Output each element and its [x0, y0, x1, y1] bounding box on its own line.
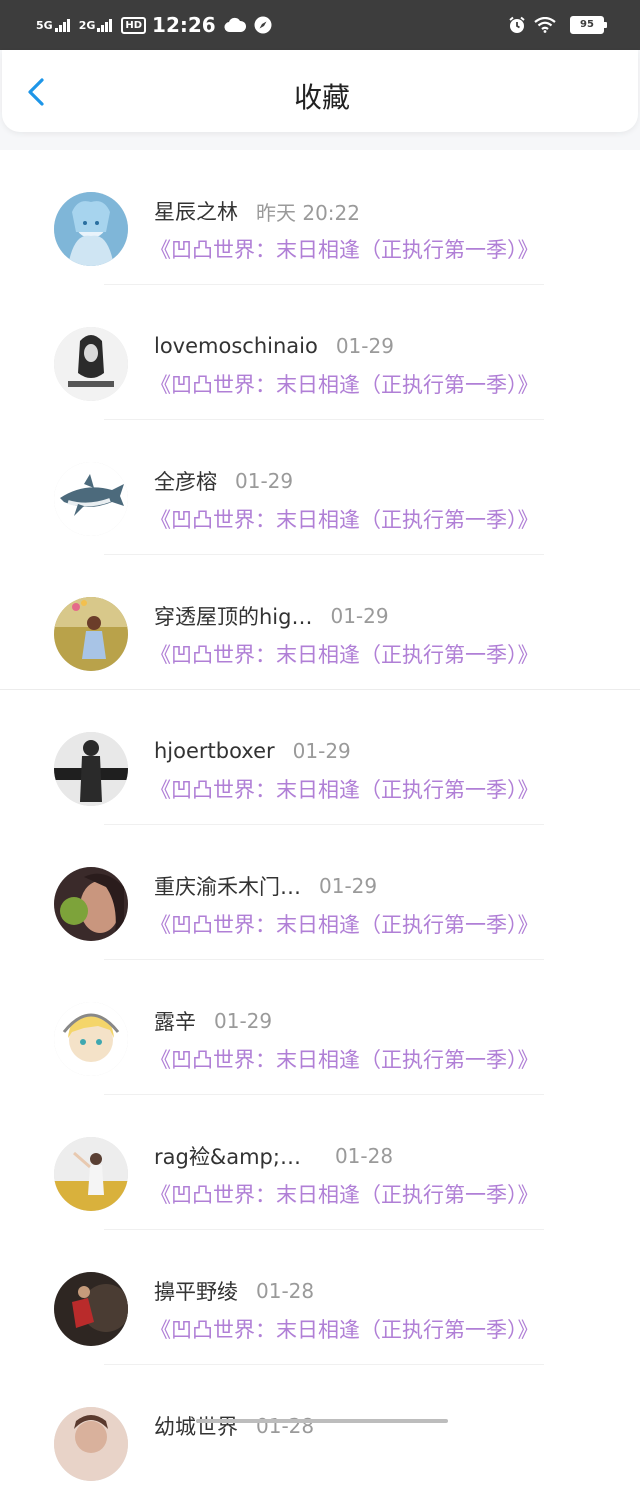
- timestamp: 昨天 20:22: [256, 200, 360, 225]
- user-name[interactable]: 擤平野绫: [154, 1276, 238, 1306]
- signal-5g-label: 5G: [36, 19, 53, 32]
- user-name[interactable]: rag裣&amp;…: [154, 1141, 301, 1171]
- content-title-link[interactable]: 《凹凸世界：末日相逢（正执行第一季）》: [150, 504, 539, 534]
- user-name[interactable]: 幼城世界: [154, 1411, 238, 1441]
- timestamp: 01-29: [235, 469, 294, 493]
- timestamp: 01-28: [256, 1414, 315, 1438]
- avatar[interactable]: [54, 597, 128, 671]
- user-name[interactable]: 露辛: [154, 1006, 196, 1036]
- signal-5g-icon: 5G: [36, 18, 71, 32]
- user-name[interactable]: 穿透屋顶的hig…: [154, 601, 312, 631]
- header-card: 收藏: [2, 50, 638, 132]
- status-left: 5G 2G HD 12:26: [36, 10, 280, 40]
- avatar[interactable]: [54, 327, 128, 401]
- list-item[interactable]: 全彦榕 01-29 《凹凸世界：末日相逢（正执行第一季）》: [0, 420, 640, 555]
- user-name[interactable]: 重庆渝禾木门…: [154, 871, 301, 901]
- timestamp: 01-28: [256, 1279, 315, 1303]
- timestamp: 01-29: [335, 334, 394, 358]
- list-item[interactable]: lovemoschinaio 01-29 《凹凸世界：末日相逢（正执行第一季）》: [0, 285, 640, 420]
- avatar[interactable]: [54, 462, 128, 536]
- battery-icon: 95: [570, 16, 607, 34]
- avatar[interactable]: [54, 732, 128, 806]
- compass-icon: [254, 16, 272, 34]
- hd-badge: HD: [121, 16, 147, 34]
- list-item[interactable]: 擤平野绫 01-28 《凹凸世界：末日相逢（正执行第一季）》: [0, 1230, 640, 1365]
- avatar[interactable]: [54, 1137, 128, 1211]
- content-title-link[interactable]: 《凹凸世界：末日相逢（正执行第一季）》: [150, 1314, 539, 1344]
- user-name[interactable]: 星辰之林: [154, 196, 238, 226]
- user-name[interactable]: hjoertboxer: [154, 739, 275, 763]
- home-indicator[interactable]: [196, 1419, 448, 1423]
- content-title-link[interactable]: 《凹凸世界：末日相逢（正执行第一季）》: [150, 1179, 539, 1209]
- timestamp: 01-29: [214, 1009, 273, 1033]
- content-title-link[interactable]: 《凹凸世界：末日相逢（正执行第一季）》: [150, 774, 539, 804]
- signal-2g-icon: 2G: [79, 18, 114, 32]
- content-title-link[interactable]: 《凹凸世界：末日相逢（正执行第一季）》: [150, 909, 539, 939]
- list-item[interactable]: 穿透屋顶的hig… 01-29 《凹凸世界：末日相逢（正执行第一季）》: [0, 555, 640, 690]
- page-title: 收藏: [293, 81, 350, 114]
- timestamp: 01-29: [292, 739, 351, 763]
- alarm-icon: [508, 16, 526, 34]
- avatar[interactable]: [54, 192, 128, 266]
- avatar[interactable]: [54, 1002, 128, 1076]
- cloud-icon: [224, 17, 246, 33]
- list-item[interactable]: 幼城世界 01-28: [0, 1365, 640, 1500]
- clock: 12:26: [152, 13, 216, 37]
- status-right: 95: [508, 10, 607, 40]
- content-title-link[interactable]: 《凹凸世界：末日相逢（正执行第一季）》: [150, 369, 539, 399]
- avatar[interactable]: [54, 1272, 128, 1346]
- content-title-link[interactable]: 《凹凸世界：末日相逢（正执行第一季）》: [150, 639, 539, 669]
- content-title-link[interactable]: 《凹凸世界：末日相逢（正执行第一季）》: [150, 234, 539, 264]
- user-name[interactable]: lovemoschinaio: [154, 334, 318, 358]
- list-item[interactable]: hjoertboxer 01-29 《凹凸世界：末日相逢（正执行第一季）》: [0, 690, 640, 825]
- signal-2g-label: 2G: [78, 19, 96, 32]
- list-item[interactable]: rag裣&amp;… 01-28 《凹凸世界：末日相逢（正执行第一季）》: [0, 1095, 640, 1230]
- content-title-link[interactable]: 《凹凸世界：末日相逢（正执行第一季）》: [150, 1044, 539, 1074]
- list-item[interactable]: 星辰之林 昨天 20:22 《凹凸世界：末日相逢（正执行第一季）》: [0, 150, 640, 285]
- status-bar: 5G 2G HD 12:26 95: [0, 0, 640, 50]
- avatar[interactable]: [54, 1407, 128, 1481]
- list-item[interactable]: 露辛 01-29 《凹凸世界：末日相逢（正执行第一季）》: [0, 960, 640, 1095]
- timestamp: 01-29: [330, 604, 389, 628]
- timestamp: 01-29: [319, 874, 378, 898]
- avatar[interactable]: [54, 867, 128, 941]
- wifi-icon: [534, 17, 556, 33]
- favorites-list: 星辰之林 昨天 20:22 《凹凸世界：末日相逢（正执行第一季）》 lovemo…: [0, 150, 640, 1500]
- timestamp: 01-28: [334, 1144, 394, 1168]
- header: 收藏: [0, 50, 640, 150]
- user-name[interactable]: 全彦榕: [154, 466, 217, 496]
- list-item[interactable]: 重庆渝禾木门… 01-29 《凹凸世界：末日相逢（正执行第一季）》: [0, 825, 640, 960]
